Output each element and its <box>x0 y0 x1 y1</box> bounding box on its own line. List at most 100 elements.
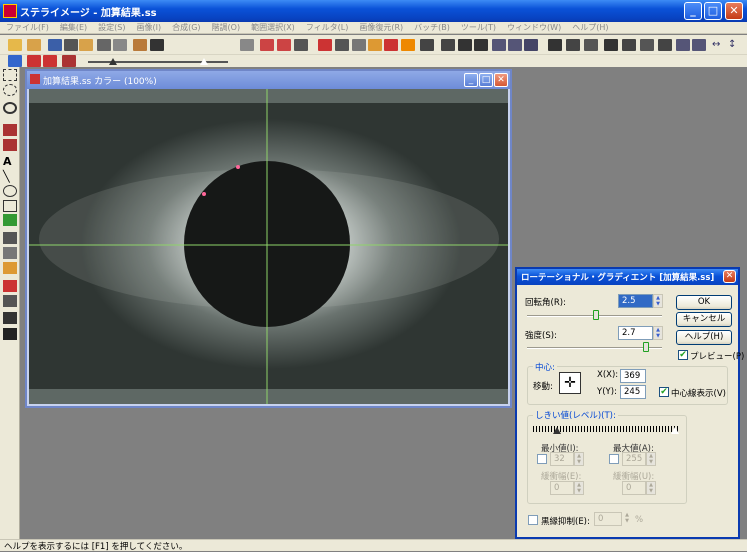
menu-restore[interactable]: 画像復元(R) <box>359 22 403 34</box>
restore-4-icon[interactable] <box>604 39 618 51</box>
restore-9-icon[interactable] <box>692 39 706 51</box>
filter-5-icon[interactable] <box>508 39 522 51</box>
move-crosshair-icon[interactable]: ✛ <box>559 372 581 394</box>
edge-suppress-checkbox[interactable] <box>528 515 538 525</box>
menu-file[interactable]: ファイル(F) <box>6 22 49 34</box>
max-slope-spinner[interactable]: ▲ ▼ <box>646 481 656 495</box>
rotation-spinner[interactable]: ▲ ▼ <box>653 294 663 308</box>
filter-3-icon[interactable] <box>474 39 488 51</box>
level-icon[interactable] <box>27 55 41 67</box>
open-folder-icon[interactable] <box>8 39 22 51</box>
fill-icon[interactable] <box>3 262 17 274</box>
color-balance-icon[interactable] <box>368 39 382 51</box>
open-recent-icon[interactable] <box>27 39 41 51</box>
saturation-icon[interactable] <box>384 39 398 51</box>
menu-filter[interactable]: フィルタ(L) <box>306 22 349 34</box>
rgb-split-icon[interactable] <box>260 39 274 51</box>
maximize-button[interactable]: □ <box>704 2 722 20</box>
strength-input[interactable]: 2.7 <box>618 326 653 340</box>
threshold-max-handle[interactable] <box>671 427 679 434</box>
gamma-icon[interactable] <box>352 39 366 51</box>
level-max-handle[interactable] <box>200 58 208 65</box>
menu-batch[interactable]: バッチ(B) <box>414 22 450 34</box>
restore-1-icon[interactable] <box>548 39 562 51</box>
menu-levels[interactable]: 階調(O) <box>212 22 241 34</box>
import-icon[interactable] <box>79 39 93 51</box>
menu-selection[interactable]: 範囲選択(X) <box>251 22 295 34</box>
min-value-checkbox[interactable] <box>537 454 547 464</box>
stamp-icon[interactable] <box>3 295 17 307</box>
restore-7-icon[interactable] <box>658 39 672 51</box>
restore-6-icon[interactable] <box>640 39 654 51</box>
dialog-close-button[interactable]: ✕ <box>723 270 736 283</box>
rotation-slider-thumb[interactable] <box>593 310 599 320</box>
align-icon[interactable] <box>3 312 17 324</box>
ok-button[interactable]: OK <box>676 295 732 310</box>
preview-checkbox[interactable]: ✔ <box>678 350 688 360</box>
level-min-handle[interactable] <box>109 58 117 65</box>
restore-2-icon[interactable] <box>566 39 580 51</box>
clone-icon[interactable] <box>3 247 17 259</box>
max-value-spinner[interactable]: ▲ ▼ <box>646 452 656 466</box>
restore-5-icon[interactable] <box>622 39 636 51</box>
print-preview-icon[interactable] <box>113 39 127 51</box>
menu-settings[interactable]: 設定(S) <box>98 22 125 34</box>
menu-tools[interactable]: ツール(T) <box>461 22 496 34</box>
select-ellipse-icon[interactable] <box>3 84 17 96</box>
max-value-checkbox[interactable] <box>609 454 619 464</box>
max-value-input[interactable]: 255 <box>622 452 646 466</box>
rectangle-icon[interactable] <box>3 200 17 212</box>
threshold-min-handle[interactable] <box>553 427 561 434</box>
print-icon[interactable] <box>97 39 111 51</box>
menu-window[interactable]: ウィンドウ(W) <box>507 22 561 34</box>
center-y-input[interactable]: 245 <box>620 385 646 399</box>
zoom-icon[interactable] <box>3 102 17 114</box>
brush-icon[interactable] <box>3 232 17 244</box>
cancel-button[interactable]: キャンセル <box>676 312 732 327</box>
image-minimize-button[interactable]: _ <box>464 73 478 87</box>
edge-suppress-input[interactable]: 0 <box>594 512 622 526</box>
hue-icon[interactable] <box>401 39 415 51</box>
save-icon[interactable] <box>48 39 62 51</box>
level-reset-icon[interactable] <box>62 55 76 67</box>
image-maximize-button[interactable]: □ <box>479 73 493 87</box>
filter-4-icon[interactable] <box>492 39 506 51</box>
text-icon[interactable]: A <box>3 156 17 168</box>
min-slope-input[interactable]: 0 <box>550 481 574 495</box>
min-value-input[interactable]: 32 <box>550 452 574 466</box>
max-slope-input[interactable]: 0 <box>622 481 646 495</box>
image-close-button[interactable]: ✕ <box>494 73 508 87</box>
copy-icon[interactable] <box>240 39 254 51</box>
noise-icon[interactable] <box>420 39 434 51</box>
pencil-icon[interactable] <box>3 214 17 226</box>
close-button[interactable]: ✕ <box>725 2 743 20</box>
rgb-merge-icon[interactable] <box>277 39 291 51</box>
dropper-icon[interactable] <box>3 124 17 136</box>
curve-icon[interactable] <box>318 39 332 51</box>
menu-image[interactable]: 画像(I) <box>136 22 161 34</box>
line-icon[interactable]: ╲ <box>3 171 17 183</box>
min-slope-spinner[interactable]: ▲ ▼ <box>574 481 584 495</box>
undo-icon[interactable] <box>133 39 147 51</box>
crop-icon[interactable] <box>294 39 308 51</box>
menu-edit[interactable]: 編集(E) <box>60 22 87 34</box>
restore-3-icon[interactable] <box>584 39 598 51</box>
strength-slider[interactable] <box>527 347 662 349</box>
flip-horizontal-icon[interactable]: ↔ <box>712 39 726 51</box>
annotate-icon[interactable] <box>3 328 17 340</box>
save-as-icon[interactable] <box>64 39 78 51</box>
display-mode-icon[interactable] <box>8 55 22 67</box>
restore-8-icon[interactable] <box>676 39 690 51</box>
flip-vertical-icon[interactable]: ↕ <box>728 39 742 51</box>
eclipse-image[interactable] <box>29 89 508 404</box>
select-rect-icon[interactable] <box>3 69 17 81</box>
menu-composite[interactable]: 合成(G) <box>172 22 200 34</box>
rotation-input[interactable]: 2.5 <box>618 294 653 308</box>
levels-icon[interactable] <box>335 39 349 51</box>
help-button[interactable]: ヘルプ(H) <box>676 330 732 345</box>
strength-slider-thumb[interactable] <box>643 342 649 352</box>
center-x-input[interactable]: 369 <box>620 369 646 383</box>
menu-help[interactable]: ヘルプ(H) <box>572 22 608 34</box>
edge-suppress-spinner[interactable]: ▲ ▼ <box>622 512 632 526</box>
filter-2-icon[interactable] <box>458 39 472 51</box>
